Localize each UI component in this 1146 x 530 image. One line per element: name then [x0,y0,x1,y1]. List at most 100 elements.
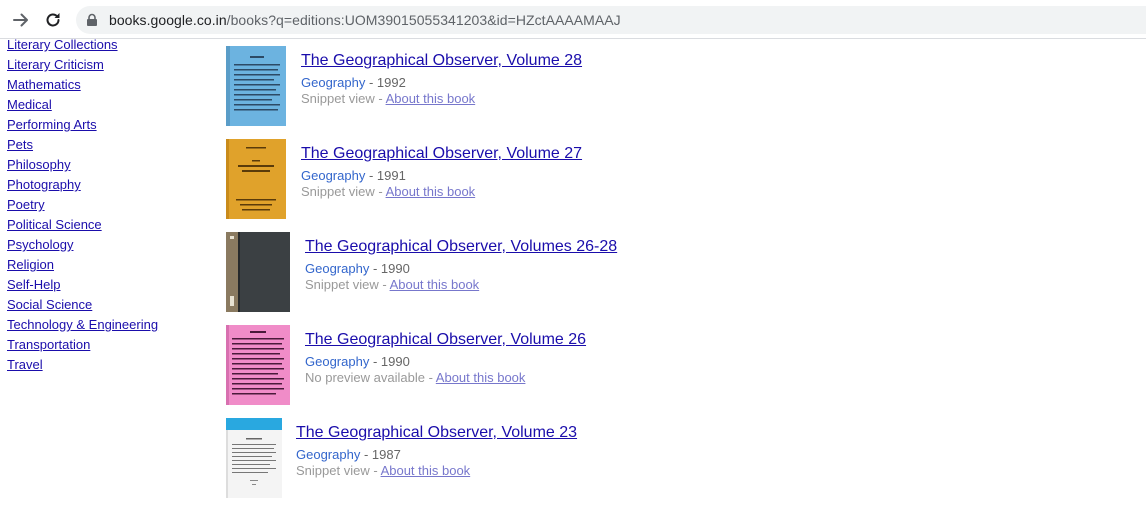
category-sidebar: Literary Collections Literary Criticism … [7,35,207,375]
sidebar-item: Poetry [7,195,207,215]
arrow-right-icon [13,13,28,27]
browser-toolbar: books.google.co.in/books?q=editions:UOM3… [0,0,1146,39]
preview-status: Snippet view [296,463,370,478]
preview-status: Snippet view [301,184,375,199]
sidebar-link-religion[interactable]: Religion [7,257,54,272]
sidebar-link-self-help[interactable]: Self-Help [7,277,60,292]
sidebar-link-literary-collections[interactable]: Literary Collections [7,37,118,52]
sidebar-item: Pets [7,135,207,155]
sidebar-item: Photography [7,175,207,195]
preview-status: Snippet view [301,91,375,106]
url-path: /books?q=editions:UOM39015055341203&id=H… [226,12,621,28]
preview-separator: - [424,370,436,385]
meta-separator: - [365,75,377,90]
book-info: The Geographical Observer, Volume 27 Geo… [301,144,582,200]
book-category-link[interactable]: Geography [305,354,369,369]
book-title-link[interactable]: The Geographical Observer, Volumes 26-28 [305,237,617,257]
book-cover-thumbnail[interactable] [226,232,290,312]
book-preview-line: No preview available - About this book [305,370,586,386]
sidebar-item: Literary Criticism [7,55,207,75]
book-category-link[interactable]: Geography [301,168,365,183]
address-bar[interactable]: books.google.co.in/books?q=editions:UOM3… [76,6,1146,34]
sidebar-item: Technology & Engineering [7,315,207,335]
book-meta: Geography - 1992 [301,75,582,91]
book-category-link[interactable]: Geography [296,447,360,462]
book-preview-line: Snippet view - About this book [305,277,617,293]
book-meta: Geography - 1987 [296,447,577,463]
sidebar-item: Medical [7,95,207,115]
about-this-book-link[interactable]: About this book [390,277,480,292]
preview-separator: - [374,184,386,199]
back-button[interactable] [9,8,33,32]
about-this-book-link[interactable]: About this book [386,91,476,106]
book-cover-thumbnail[interactable] [226,139,286,219]
book-meta: Geography - 1991 [301,168,582,184]
sidebar-link-photography[interactable]: Photography [7,177,81,192]
book-meta: Geography - 1990 [305,354,586,370]
book-category-link[interactable]: Geography [305,261,369,276]
sidebar-item: Transportation [7,335,207,355]
sidebar-link-transportation[interactable]: Transportation [7,337,90,352]
about-this-book-link[interactable]: About this book [381,463,471,478]
book-preview-line: Snippet view - About this book [296,463,577,479]
sidebar-link-performing-arts[interactable]: Performing Arts [7,117,97,132]
url-text: books.google.co.in/books?q=editions:UOM3… [109,11,621,29]
book-cover-thumbnail[interactable] [226,46,286,126]
sidebar-link-literary-criticism[interactable]: Literary Criticism [7,57,104,72]
sidebar-link-social-science[interactable]: Social Science [7,297,92,312]
book-year: 1992 [376,75,406,90]
book-meta: Geography - 1990 [305,261,617,277]
book-year: 1990 [380,354,410,369]
book-year: 1990 [380,261,410,276]
book-title-link[interactable]: The Geographical Observer, Volume 27 [301,144,582,164]
preview-status: Snippet view [305,277,379,292]
sidebar-item: Self-Help [7,275,207,295]
sidebar-link-medical[interactable]: Medical [7,97,52,112]
url-host: books.google.co.in [109,12,227,28]
meta-separator: - [360,447,372,462]
meta-separator: - [365,168,377,183]
book-info: The Geographical Observer, Volume 26 Geo… [305,330,586,386]
book-year: 1991 [376,168,406,183]
book-info: The Geographical Observer, Volume 23 Geo… [296,423,577,479]
sidebar-item: Social Science [7,295,207,315]
sidebar-link-travel[interactable]: Travel [7,357,43,372]
preview-separator: - [369,463,381,478]
preview-separator: - [378,277,390,292]
sidebar-item: Performing Arts [7,115,207,135]
sidebar-item: Travel [7,355,207,375]
book-title-link[interactable]: The Geographical Observer, Volume 23 [296,423,577,443]
book-title-link[interactable]: The Geographical Observer, Volume 28 [301,51,582,71]
reload-icon [46,13,60,27]
sidebar-item: Mathematics [7,75,207,95]
book-info: The Geographical Observer, Volumes 26-28… [305,237,617,293]
lock-icon [87,13,97,26]
sidebar-item: Religion [7,255,207,275]
book-category-link[interactable]: Geography [301,75,365,90]
book-title-link[interactable]: The Geographical Observer, Volume 26 [305,330,586,350]
sidebar-item: Political Science [7,215,207,235]
book-year: 1987 [371,447,401,462]
book-cover-thumbnail[interactable] [226,325,290,405]
sidebar-item: Philosophy [7,155,207,175]
sidebar-link-psychology[interactable]: Psychology [7,237,73,252]
sidebar-item: Psychology [7,235,207,255]
sidebar-link-political-science[interactable]: Political Science [7,217,102,232]
reload-button[interactable] [41,8,65,32]
meta-separator: - [369,261,381,276]
sidebar-link-mathematics[interactable]: Mathematics [7,77,81,92]
about-this-book-link[interactable]: About this book [436,370,526,385]
sidebar-link-pets[interactable]: Pets [7,137,33,152]
book-preview-line: Snippet view - About this book [301,184,582,200]
book-preview-line: Snippet view - About this book [301,91,582,107]
sidebar-link-technology-engineering[interactable]: Technology & Engineering [7,317,158,332]
book-cover-thumbnail[interactable] [226,418,282,498]
about-this-book-link[interactable]: About this book [386,184,476,199]
preview-status: No preview available [305,370,425,385]
meta-separator: - [369,354,381,369]
preview-separator: - [374,91,386,106]
book-info: The Geographical Observer, Volume 28 Geo… [301,51,582,107]
sidebar-link-philosophy[interactable]: Philosophy [7,157,71,172]
sidebar-link-poetry[interactable]: Poetry [7,197,45,212]
sidebar-item: Literary Collections [7,35,207,55]
